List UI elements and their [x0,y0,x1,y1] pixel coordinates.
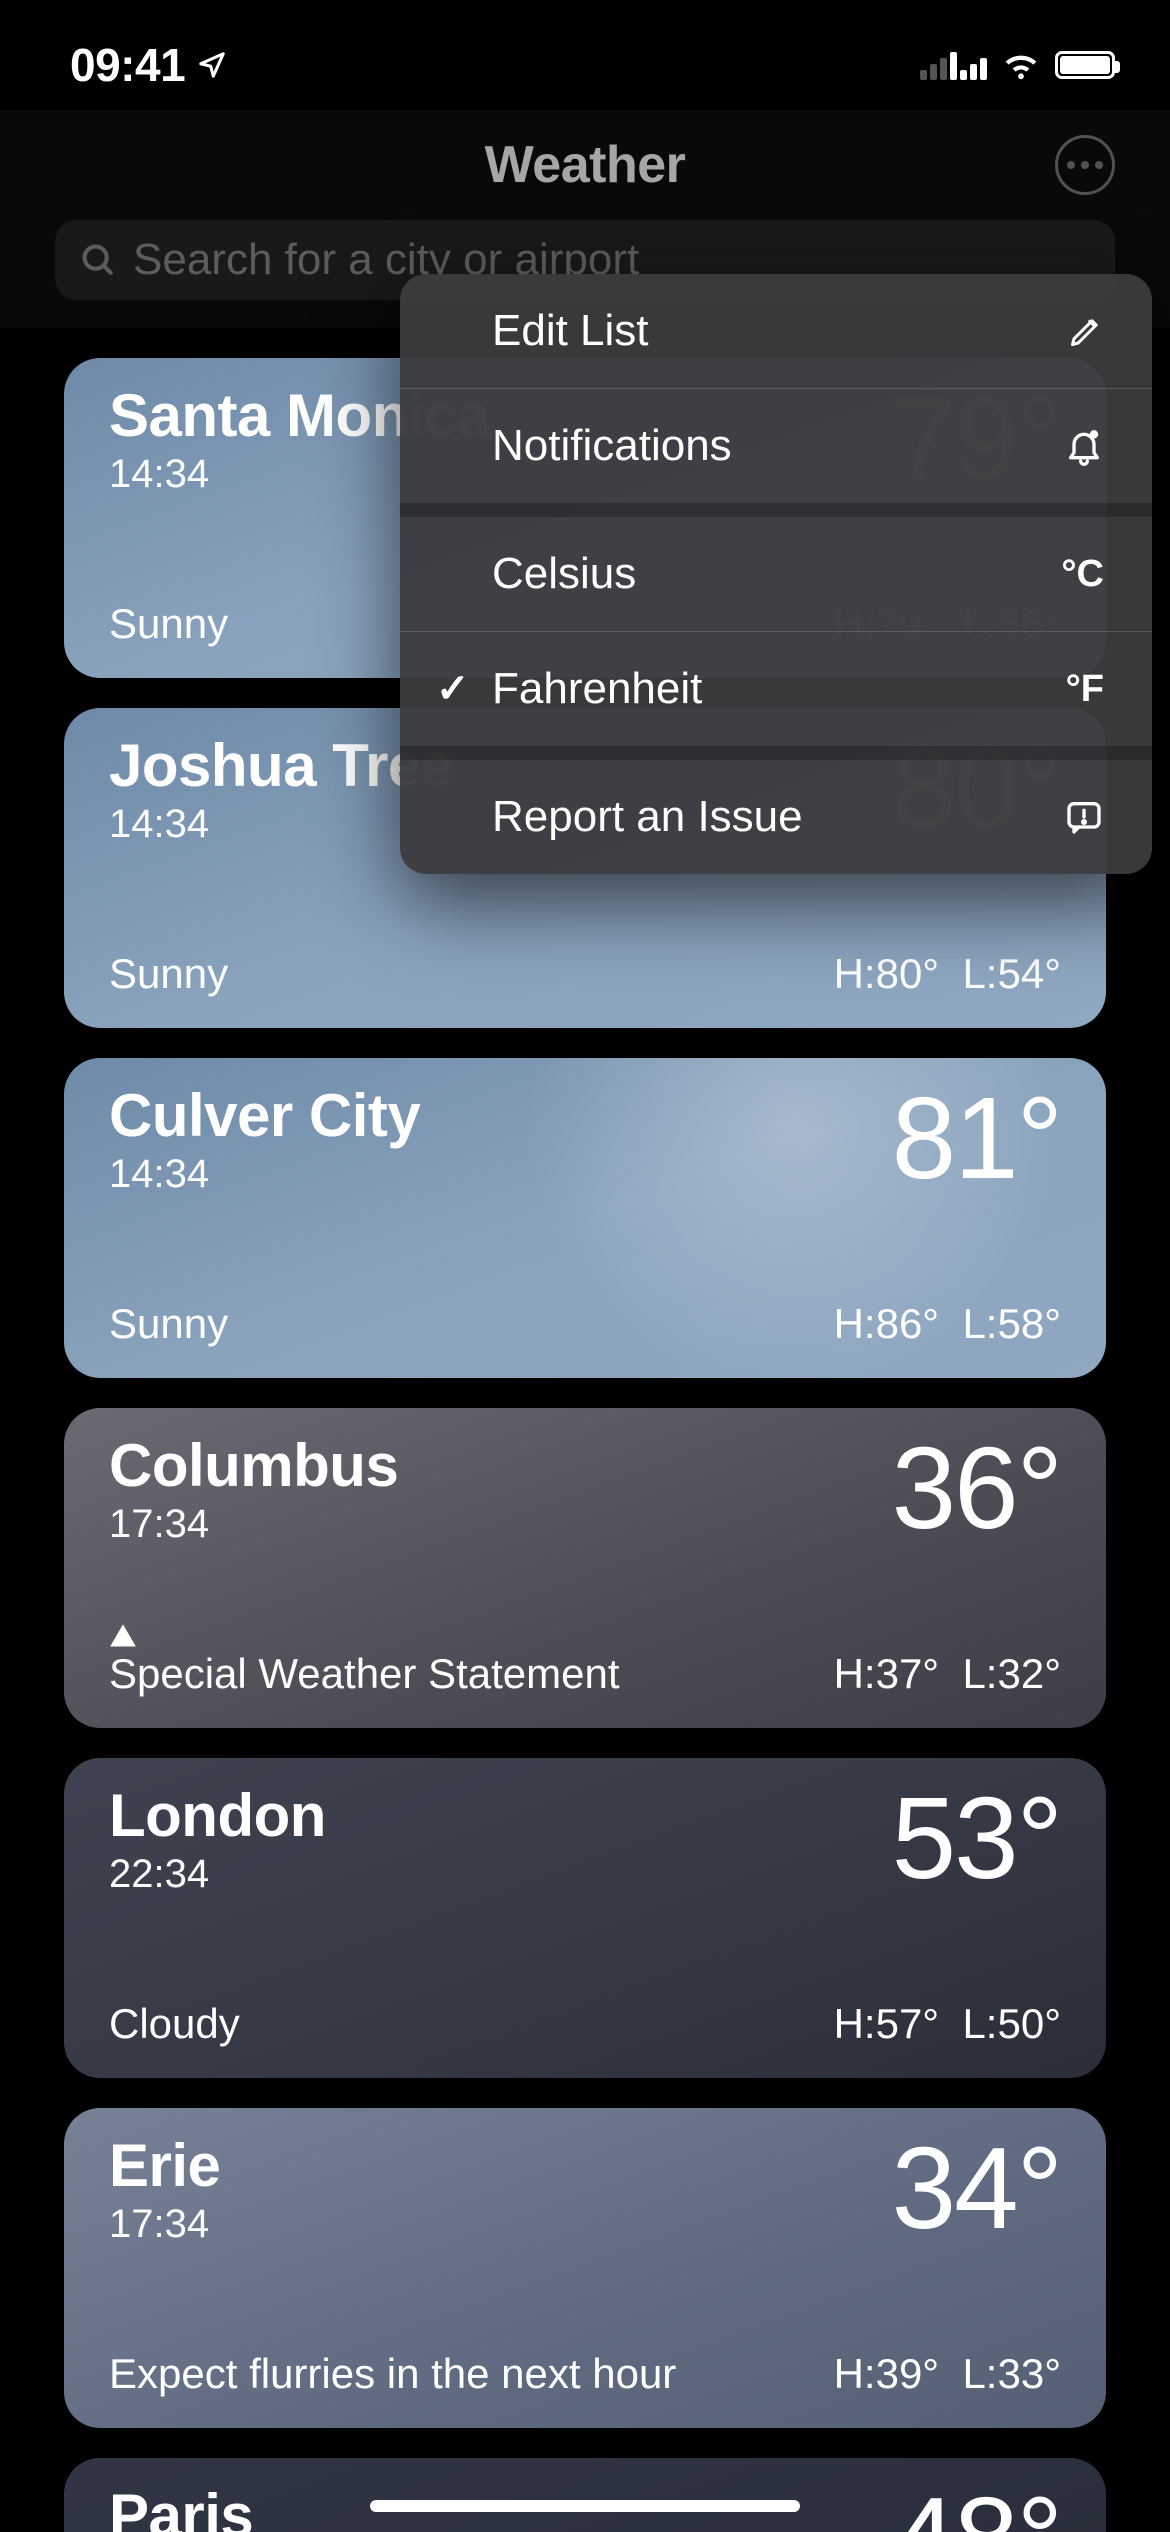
search-icon [79,241,117,279]
city-temp: 34° [892,2136,1061,2240]
context-menu: Edit List Notifications Celsius °C ✓ Fah… [400,274,1152,874]
menu-label: Fahrenheit [492,664,702,714]
city-low: L:54° [962,950,1061,997]
card-bottom-row: Expect flurries in the next hour H:39° L… [109,2350,1061,2398]
status-clock: 09:41 [70,38,185,92]
city-hilo: H:57° L:50° [834,2000,1061,2048]
menu-label: Notifications [492,421,732,471]
status-bar: 09:41 [0,0,1170,110]
city-name: Erie [109,2136,220,2196]
card-top-row: London 22:34 53° [109,1786,1061,1897]
city-hilo: H:80° L:54° [834,950,1061,998]
city-info: Culver City 14:34 [109,1086,420,1197]
card-bottom-row: Sunny H:86° L:58° [109,1300,1061,1348]
home-indicator[interactable] [370,2500,800,2512]
city-high: H:37° [834,1650,940,1697]
city-time: 22:34 [109,1852,326,1897]
card-top-row: Culver City 14:34 81° [109,1086,1061,1197]
city-card[interactable]: Erie 17:34 34° Expect flurries in the ne… [64,2108,1106,2428]
card-top-row: Columbus 17:34 36° [109,1436,1061,1547]
card-bottom-row: Cloudy H:57° L:50° [109,2000,1061,2048]
cellular-icon [920,50,987,80]
city-hilo: H:86° L:58° [834,1300,1061,1348]
bell-icon [1064,426,1104,466]
condition-column: Special Weather Statement [109,1622,620,1698]
city-high: H:86° [834,1300,940,1347]
menu-item-fahrenheit[interactable]: ✓ Fahrenheit °F [400,632,1152,746]
city-low: L:50° [962,2000,1061,2047]
menu-item-report-issue[interactable]: Report an Issue [400,760,1152,874]
status-left: 09:41 [70,38,227,92]
city-temp: 36° [892,1436,1061,1540]
warning-icon [109,1622,137,1650]
city-card[interactable]: Paris 23:34 48° Cloudy H:52° L:44° [64,2458,1106,2532]
city-name: Columbus [109,1436,398,1496]
city-info: Erie 17:34 [109,2136,220,2247]
page-title: Weather [485,135,686,195]
city-high: H:39° [834,2350,940,2397]
city-card[interactable]: Culver City 14:34 81° Sunny H:86° L:58° [64,1058,1106,1378]
city-condition: Sunny [109,950,228,998]
report-icon [1064,797,1104,837]
city-condition: Expect flurries in the next hour [109,2350,676,2398]
city-temp: 81° [892,1086,1061,1190]
city-temp: 53° [892,1786,1061,1890]
menu-label: Edit List [492,306,649,356]
city-temp: 48° [892,2486,1061,2532]
city-info: Paris 23:34 [109,2486,253,2532]
city-time: 17:34 [109,1502,398,1547]
city-hilo: H:37° L:32° [834,1650,1061,1698]
celsius-symbol: °C [1061,553,1104,596]
city-high: H:57° [834,2000,940,2047]
city-condition: Sunny [109,600,228,648]
more-button[interactable] [1055,135,1115,195]
city-info: Columbus 17:34 [109,1436,398,1547]
city-time: 14:34 [109,1152,420,1197]
menu-label: Celsius [492,549,636,599]
fahrenheit-symbol: °F [1066,668,1104,711]
ellipsis-icon [1067,161,1103,169]
location-icon [197,50,227,80]
city-time: 17:34 [109,2202,220,2247]
city-hilo: H:39° L:33° [834,2350,1061,2398]
menu-item-edit-list[interactable]: Edit List [400,274,1152,388]
wifi-icon [1001,50,1041,80]
city-card[interactable]: Columbus 17:34 36° Special Weather State… [64,1408,1106,1728]
city-name: London [109,1786,326,1846]
city-name: Culver City [109,1086,420,1146]
pencil-icon [1068,313,1104,349]
card-top-row: Erie 17:34 34° [109,2136,1061,2247]
city-name: Paris [109,2486,253,2532]
city-condition: Special Weather Statement [109,1650,620,1698]
card-bottom-row: Special Weather Statement H:37° L:32° [109,1622,1061,1698]
city-card[interactable]: London 22:34 53° Cloudy H:57° L:50° [64,1758,1106,2078]
checkmark-icon: ✓ [436,666,470,712]
nav-row: Weather [0,110,1170,220]
battery-icon [1055,51,1115,79]
menu-label: Report an Issue [492,792,803,842]
city-condition: Sunny [109,1300,228,1348]
city-info: London 22:34 [109,1786,326,1897]
city-low: L:32° [962,1650,1061,1697]
menu-item-notifications[interactable]: Notifications [400,389,1152,503]
status-right [920,50,1115,80]
city-low: L:33° [962,2350,1061,2397]
alert-row [109,1622,620,1650]
city-high: H:80° [834,950,940,997]
city-low: L:58° [962,1300,1061,1347]
menu-item-celsius[interactable]: Celsius °C [400,517,1152,631]
card-bottom-row: Sunny H:80° L:54° [109,950,1061,998]
city-condition: Cloudy [109,2000,240,2048]
